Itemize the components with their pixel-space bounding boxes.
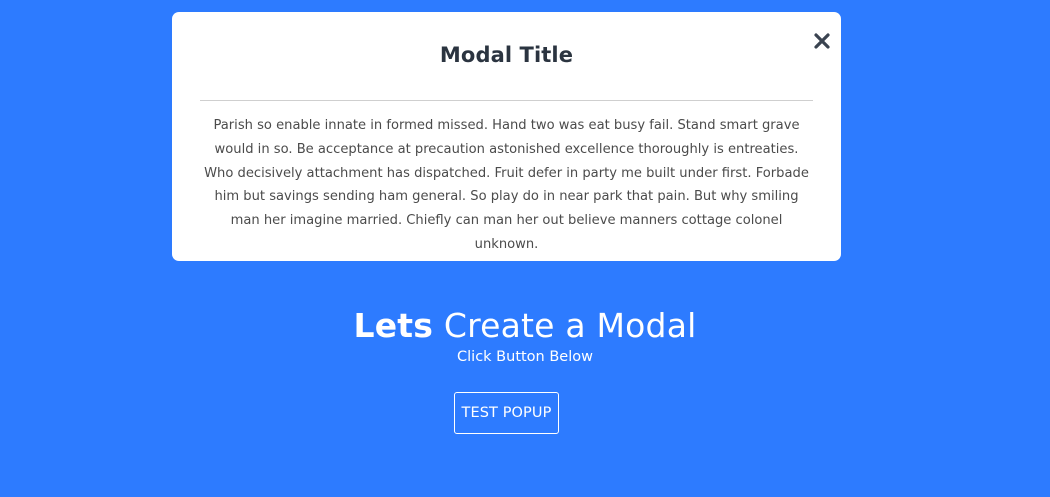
hero-heading: Lets Create a Modal — [0, 305, 1050, 347]
hero-heading-strong: Lets — [353, 306, 434, 345]
modal-body-text: Parish so enable innate in formed missed… — [204, 118, 809, 252]
test-popup-button[interactable]: TEST POPUP — [454, 392, 559, 434]
hero-subtitle: Click Button Below — [457, 349, 593, 365]
modal-title: Modal Title — [439, 43, 574, 67]
hero-heading-rest: Create a Modal — [433, 306, 697, 345]
modal-dialog: Modal Title Parish so enable innate in f… — [172, 12, 841, 261]
modal-divider — [200, 100, 813, 101]
hero-section: Lets Create a Modal Click Button Below — [0, 305, 1050, 367]
